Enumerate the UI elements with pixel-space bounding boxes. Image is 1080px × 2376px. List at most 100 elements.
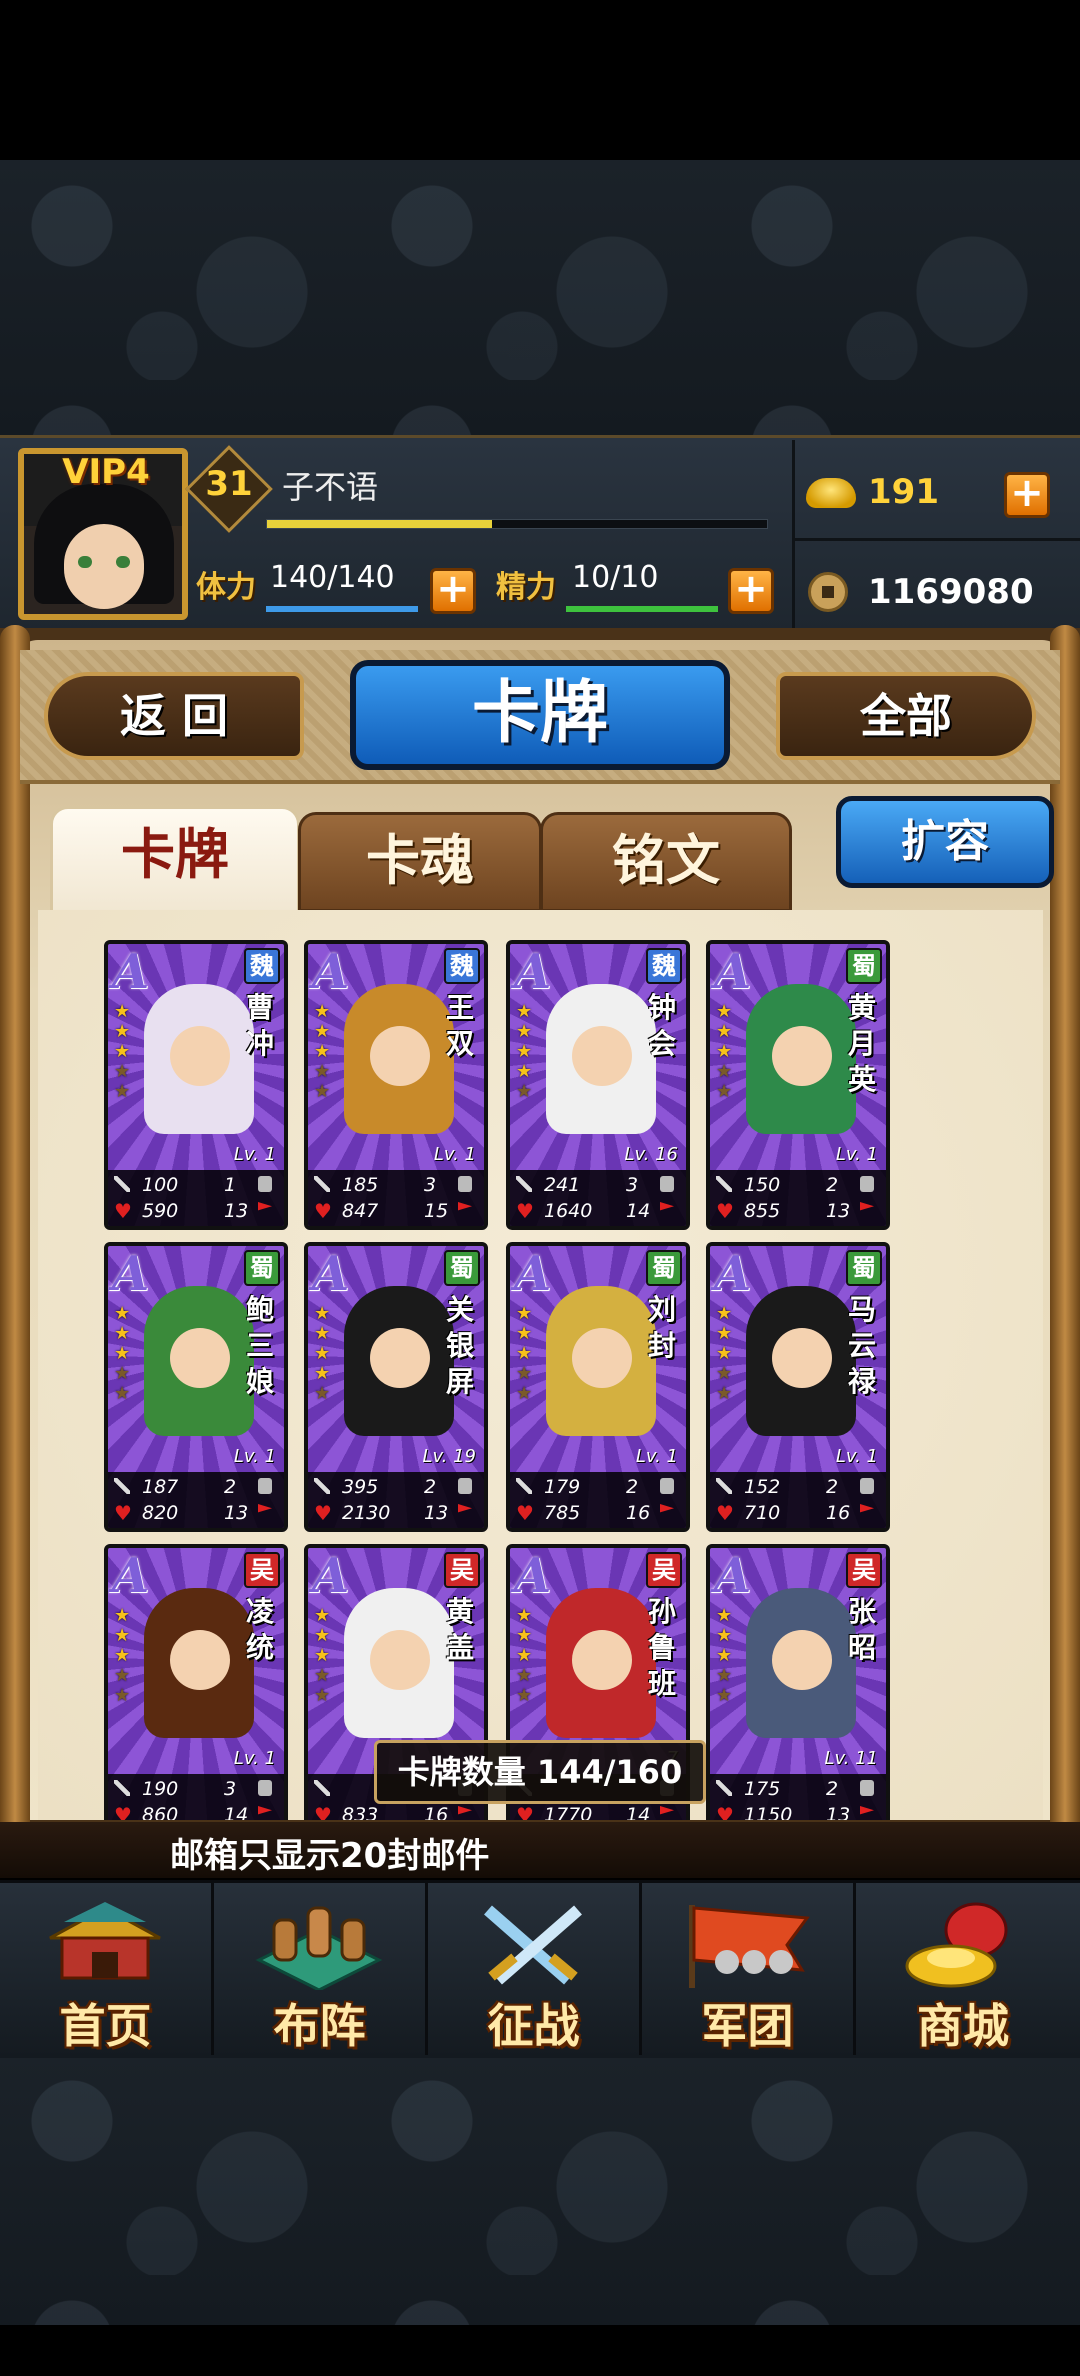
sword-icon (314, 1478, 330, 1494)
hero-card[interactable]: A ★ ★ ★ ★ ★ 蜀关 银 屏 Lv. 19 395 2 ♥ 2130 13 (304, 1242, 488, 1532)
hero-health: 785 (544, 1502, 581, 1524)
hero-stat-a: 3 (424, 1174, 437, 1196)
hero-card[interactable]: A ★ ★ ★ ★ ★ 吴凌 统 Lv. 1 190 3 ♥ 860 14 (104, 1544, 288, 1820)
tab-inscriptions[interactable]: 铭文 (540, 812, 792, 912)
rarity-star-icon: ★ (314, 1081, 331, 1102)
nav-shop[interactable]: 商城 (856, 1880, 1070, 2055)
hero-card[interactable]: A ★ ★ ★ ★ ★ 蜀刘 封 Lv. 1 179 2 ♥ 785 16 (506, 1242, 690, 1532)
rarity-star-icon: ★ (114, 1363, 131, 1384)
rank-a-icon: A (714, 1246, 752, 1302)
heart-icon: ♥ (314, 1501, 332, 1525)
hero-level: Lv. 1 (835, 1446, 878, 1467)
rarity-star-icon: ★ (114, 1645, 131, 1666)
rarity-star-icon: ★ (716, 1625, 733, 1646)
card-count: 卡牌数量 144/160 (374, 1740, 706, 1804)
war-banner-icon (689, 1905, 810, 1988)
stamina-bar-fill (266, 606, 418, 612)
gold-amount: 191 (868, 472, 939, 512)
hero-face (572, 1026, 632, 1086)
rarity-star-icon: ★ (114, 1061, 131, 1082)
rarity-star-icon: ★ (314, 1021, 331, 1042)
heart-icon: ♥ (716, 1199, 734, 1223)
hero-card[interactable]: A ★ ★ ★ ★ ★ 魏曹 冲 Lv. 1 100 1 ♥ 590 13 (104, 940, 288, 1230)
stamina-bar (266, 606, 418, 612)
crossed-swords-icon (484, 1905, 582, 1985)
hero-card[interactable]: A ★ ★ ★ ★ ★ 魏王 双 Lv. 1 185 3 ♥ 847 15 (304, 940, 488, 1230)
rarity-stars: ★ ★ ★ ★ ★ (716, 1606, 736, 1706)
rank-a-icon: A (312, 944, 350, 1000)
back-button[interactable]: 返 回 (44, 672, 304, 760)
flag-icon (660, 1806, 674, 1815)
hero-card[interactable]: A ★ ★ ★ ★ ★ 吴张 昭 Lv. 11 175 2 ♥ 1150 13 (706, 1544, 890, 1820)
tab-card-souls[interactable]: 卡魂 (298, 812, 542, 912)
nav-legion[interactable]: 军团 (642, 1880, 856, 2055)
nav-home[interactable]: 首页 (0, 1880, 214, 2055)
bottom-background (0, 2055, 1080, 2325)
hero-stats: 152 2 ♥ 710 16 (710, 1472, 886, 1528)
rank-a-icon: A (714, 1548, 752, 1604)
nav-battle-label: 征战 (487, 1999, 580, 2053)
nav-legion-label: 军团 (701, 1999, 794, 2053)
sword-icon (314, 1780, 330, 1796)
rarity-star-icon: ★ (314, 1001, 331, 1022)
hero-stats: 150 2 ♥ 855 13 (710, 1170, 886, 1226)
hero-name: 孙 鲁 班 (647, 1595, 676, 1700)
flag-icon (860, 1806, 874, 1815)
expand-capacity-button[interactable]: 扩容 (836, 796, 1054, 888)
hero-name: 凌 统 (245, 1595, 274, 1664)
hero-stat-b: 16 (826, 1502, 851, 1524)
nav-formation[interactable]: 布阵 (214, 1880, 428, 2055)
hero-attack: 175 (744, 1778, 781, 1800)
hero-card[interactable]: A ★ ★ ★ ★ ★ 蜀马 云 禄 Lv. 1 152 2 ♥ 710 16 (706, 1242, 890, 1532)
hero-card[interactable]: A ★ ★ ★ ★ ★ 蜀黄 月 英 Lv. 1 150 2 ♥ 855 13 (706, 940, 890, 1230)
potion-icon (660, 1478, 674, 1494)
rarity-star-icon: ★ (716, 1645, 733, 1666)
hero-stat-a: 3 (224, 1778, 237, 1800)
hero-face (370, 1328, 430, 1388)
add-gold-button[interactable]: + (1004, 472, 1050, 518)
hero-face (370, 1026, 430, 1086)
heart-icon: ♥ (516, 1501, 534, 1525)
hero-card[interactable]: A ★ ★ ★ ★ ★ 蜀鲍 三 娘 Lv. 1 187 2 ♥ 820 13 (104, 1242, 288, 1532)
rarity-star-icon: ★ (114, 1041, 131, 1062)
potion-icon (258, 1176, 272, 1192)
rarity-star-icon: ★ (114, 1303, 131, 1324)
rarity-stars: ★ ★ ★ ★ ★ (114, 1002, 134, 1102)
potion-icon (458, 1176, 472, 1192)
filter-all-button[interactable]: 全部 (776, 672, 1036, 760)
nav-home-label: 首页 (59, 1999, 152, 2053)
xp-bar (266, 519, 768, 529)
hero-attack: 150 (744, 1174, 781, 1196)
rarity-stars: ★ ★ ★ ★ ★ (314, 1002, 334, 1102)
vip-badge: VIP4 (62, 452, 150, 492)
hero-stat-b: 13 (224, 1200, 249, 1222)
hero-card[interactable]: A ★ ★ ★ ★ ★ 魏钟 会 Lv. 16 241 3 ♥ 1640 14 (506, 940, 690, 1230)
rarity-star-icon: ★ (314, 1685, 331, 1706)
hero-name: 曹 冲 (245, 991, 274, 1060)
hero-stat-a: 2 (424, 1476, 437, 1498)
faction-badge: 吴 (244, 1552, 280, 1588)
hero-stat-a: 2 (626, 1476, 639, 1498)
tab-cards[interactable]: 卡牌 (50, 806, 300, 914)
faction-badge: 蜀 (646, 1250, 682, 1286)
rarity-star-icon: ★ (716, 1041, 733, 1062)
hero-stat-b: 13 (224, 1502, 249, 1524)
notice-text: 邮箱只显示20封邮件 (170, 1836, 490, 1876)
rarity-star-icon: ★ (114, 1081, 131, 1102)
flag-icon (860, 1504, 874, 1513)
faction-badge: 蜀 (846, 948, 882, 984)
add-energy-button[interactable]: + (728, 568, 774, 614)
add-stamina-button[interactable]: + (430, 568, 476, 614)
rarity-star-icon: ★ (314, 1343, 331, 1364)
hero-face (772, 1328, 832, 1388)
rarity-star-icon: ★ (114, 1001, 131, 1022)
flag-icon (458, 1806, 472, 1815)
hero-name: 关 银 屏 (445, 1293, 474, 1398)
hero-stat-b: 16 (626, 1502, 651, 1524)
hero-stat-b: 16 (424, 1804, 449, 1820)
nav-battle[interactable]: 征战 (428, 1880, 642, 2055)
rarity-stars: ★ ★ ★ ★ ★ (314, 1304, 334, 1404)
flag-icon (660, 1504, 674, 1513)
potion-icon (458, 1478, 472, 1494)
avatar-face (64, 524, 144, 609)
